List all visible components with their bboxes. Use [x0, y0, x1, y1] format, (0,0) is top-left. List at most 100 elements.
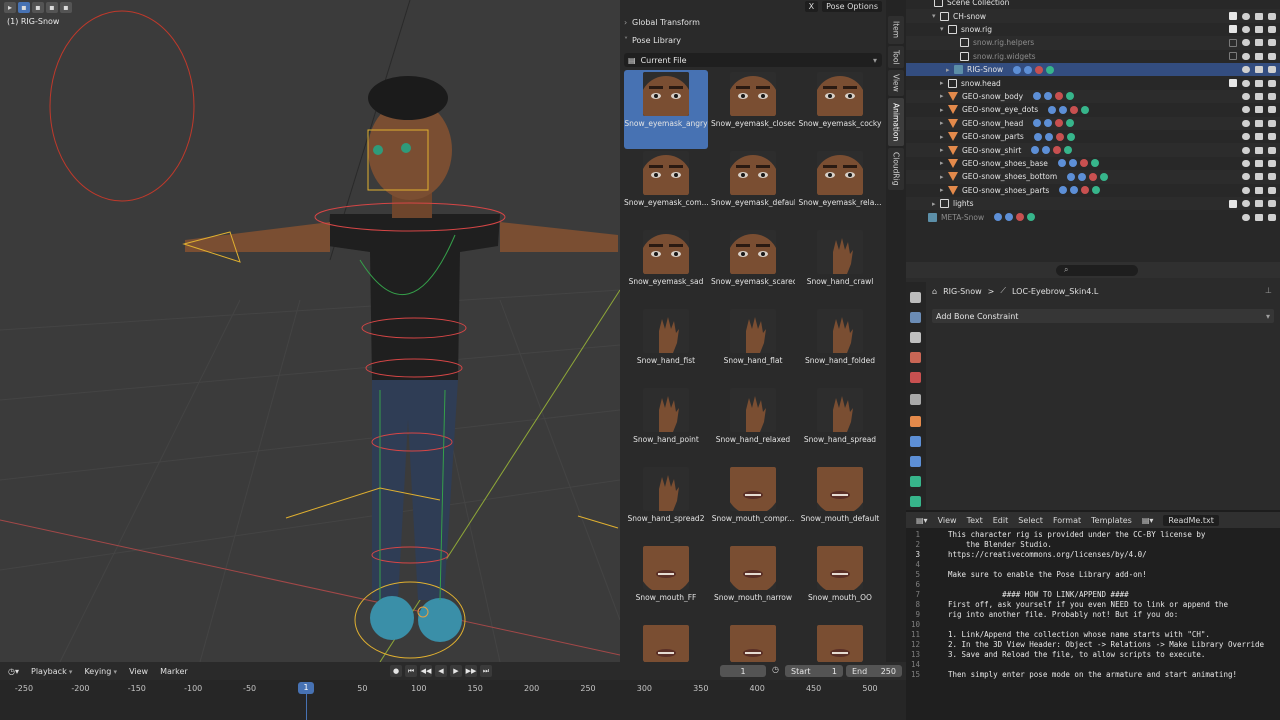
viewport-icon[interactable]	[1255, 66, 1263, 74]
editor-type-icon[interactable]: ▤▾	[916, 516, 928, 525]
eye-icon[interactable]	[1242, 39, 1250, 47]
modifier-icon[interactable]	[1016, 213, 1025, 222]
pose-asset-tile[interactable]: Snow_mouth_narrow	[711, 544, 795, 623]
modifier-icon[interactable]	[1089, 172, 1098, 181]
tool-tab-icon[interactable]	[910, 292, 921, 303]
pose-asset-tile[interactable]: Snow_eyemask_com...	[624, 149, 708, 228]
start-frame-field[interactable]: Start 1	[785, 665, 843, 677]
eye-icon[interactable]	[1242, 52, 1250, 60]
modifier-icon[interactable]	[1033, 132, 1042, 141]
eye-icon[interactable]	[1242, 159, 1250, 167]
text-line[interactable]: 5 Make sure to enable the Pose Library ad…	[906, 570, 1280, 580]
tab-animation[interactable]: Animation	[888, 98, 904, 146]
camera-icon[interactable]	[1268, 25, 1276, 33]
outliner-row[interactable]: ▸ snow.head	[906, 76, 1280, 89]
viewport-icon[interactable]	[1255, 52, 1263, 60]
end-frame-field[interactable]: End 250	[846, 665, 902, 677]
menu-view[interactable]: View	[938, 516, 957, 525]
disclosure-triangle-icon[interactable]: ▾	[932, 12, 940, 20]
modifier-icon[interactable]	[1005, 213, 1014, 222]
camera-icon[interactable]	[1268, 106, 1276, 114]
current-frame-field[interactable]: 1	[720, 665, 766, 677]
text-line[interactable]: 14	[906, 660, 1280, 670]
eye-icon[interactable]	[1242, 79, 1250, 87]
tab-item[interactable]: Item	[888, 16, 904, 44]
text-line[interactable]: 6	[906, 580, 1280, 590]
outliner-row[interactable]: META-Snow	[906, 210, 1280, 223]
bone-tab-icon[interactable]	[910, 496, 921, 507]
disclosure-triangle-icon[interactable]: ▸	[940, 119, 948, 127]
modifier-icon[interactable]	[1042, 146, 1051, 155]
eye-icon[interactable]	[1242, 25, 1250, 33]
eye-icon[interactable]	[1242, 12, 1250, 20]
world-tab-icon[interactable]	[910, 372, 921, 383]
tab-view[interactable]: View	[888, 70, 904, 96]
camera-icon[interactable]	[1268, 186, 1276, 194]
modifier-icon[interactable]	[1081, 186, 1090, 195]
armature-tab-icon[interactable]	[910, 476, 921, 487]
exclude-checkbox[interactable]	[1229, 79, 1237, 88]
object-tab-icon[interactable]	[910, 416, 921, 427]
outliner-row[interactable]: ▸ GEO-snow_shoes_parts	[906, 184, 1280, 197]
eye-icon[interactable]	[1242, 92, 1250, 100]
pose-asset-tile[interactable]: Snow_hand_relaxed	[711, 386, 795, 465]
panel-global-transform[interactable]: › Global Transform	[620, 14, 886, 30]
select-invert-icon[interactable]: ▪	[60, 1, 72, 13]
modifier-icon[interactable]	[1070, 105, 1079, 114]
text-line[interactable]: 7 #### HOW TO LINK/APPEND ####	[906, 590, 1280, 600]
modifier-icon[interactable]	[1059, 105, 1068, 114]
pin-icon[interactable]: ⊥	[1265, 286, 1272, 295]
menu-view[interactable]: View	[129, 667, 148, 676]
jump-keyframe-forward-icon[interactable]: ▶▶	[465, 665, 477, 677]
outliner-row[interactable]: ▸ lights	[906, 197, 1280, 211]
jump-end-icon[interactable]: ⏭	[480, 665, 492, 677]
modifier-icon[interactable]	[1068, 159, 1077, 168]
viewport-scene[interactable]	[0, 0, 620, 662]
text-line[interactable]: 8 First off, ask yourself if you even NEE…	[906, 600, 1280, 610]
close-icon[interactable]: X	[804, 0, 819, 12]
play-reverse-icon[interactable]: ◀	[435, 665, 447, 677]
menu-templates[interactable]: Templates	[1091, 516, 1132, 525]
outliner-row[interactable]: ▸ GEO-snow_shoes_base	[906, 157, 1280, 170]
viewport-icon[interactable]	[1255, 146, 1263, 154]
clock-icon[interactable]: ◷	[772, 665, 779, 674]
text-line[interactable]: 10	[906, 620, 1280, 630]
text-line[interactable]: 3 https://creativecommons.org/licenses/by…	[906, 550, 1280, 560]
pose-asset-tile[interactable]: Snow_eyemask_scared	[711, 228, 795, 307]
camera-icon[interactable]	[1268, 213, 1276, 221]
camera-icon[interactable]	[1268, 12, 1276, 20]
outliner-row[interactable]: ▸ GEO-snow_parts	[906, 130, 1280, 143]
outliner-row[interactable]: Scene Collection	[906, 0, 1280, 9]
pose-asset-tile[interactable]: Snow_hand_flat	[711, 307, 795, 386]
add-bone-constraint-button[interactable]: Add Bone Constraint ▾	[932, 309, 1274, 323]
playhead-line[interactable]	[306, 694, 307, 720]
select-extend-icon[interactable]: ▪	[32, 1, 44, 13]
outliner-row[interactable]: ▾ snow.rig	[906, 23, 1280, 36]
render-tab-icon[interactable]	[910, 312, 921, 323]
modifier-icon[interactable]	[1013, 65, 1022, 74]
pose-asset-tile[interactable]: Snow_mouth_compr...	[711, 465, 795, 544]
menu-playback[interactable]: Playback	[31, 667, 72, 676]
editor-type-icon[interactable]: ◷▾	[8, 667, 19, 676]
jump-keyframe-back-icon[interactable]: ◀◀	[420, 665, 432, 677]
menu-format[interactable]: Format	[1053, 516, 1081, 525]
text-line[interactable]: 15 Then simply enter pose mode on the arm…	[906, 670, 1280, 680]
text-file-name[interactable]: ReadMe.txt	[1163, 514, 1219, 526]
modifier-icon[interactable]	[1057, 159, 1066, 168]
playhead-frame[interactable]: 1	[298, 682, 314, 694]
text-file-icon[interactable]: ▤▾	[1142, 516, 1154, 525]
outliner-row[interactable]: ▸ GEO-snow_shirt	[906, 143, 1280, 157]
modifier-icon[interactable]	[1033, 119, 1042, 128]
modifier-icon[interactable]	[1055, 119, 1064, 128]
pose-asset-tile[interactable]: Snow_hand_spread2	[624, 465, 708, 544]
modifier-icon[interactable]	[1070, 186, 1079, 195]
eye-icon[interactable]	[1242, 173, 1250, 181]
camera-icon[interactable]	[1268, 133, 1276, 141]
text-line[interactable]: 12 2. In the 3D View Header: Object -> Re…	[906, 640, 1280, 650]
camera-icon[interactable]	[1268, 200, 1276, 208]
pose-asset-tile[interactable]: Snow_eyemask_closed	[711, 70, 795, 149]
exclude-checkbox[interactable]	[1229, 38, 1237, 47]
scene-tab-icon[interactable]	[910, 352, 921, 363]
exclude-checkbox[interactable]	[1229, 12, 1237, 21]
pose-asset-tile[interactable]: Snow_hand_fist	[624, 307, 708, 386]
